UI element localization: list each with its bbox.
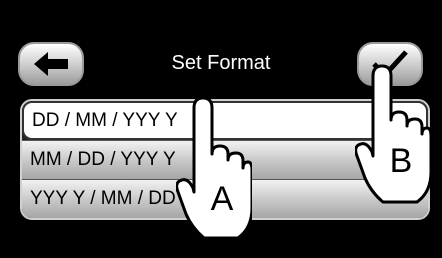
pointing-hand-icon-a: A	[176, 96, 252, 240]
callout-label-b: B	[390, 142, 413, 180]
callout-label-a: A	[211, 180, 234, 218]
pointing-hand-icon-b: B	[355, 64, 431, 204]
